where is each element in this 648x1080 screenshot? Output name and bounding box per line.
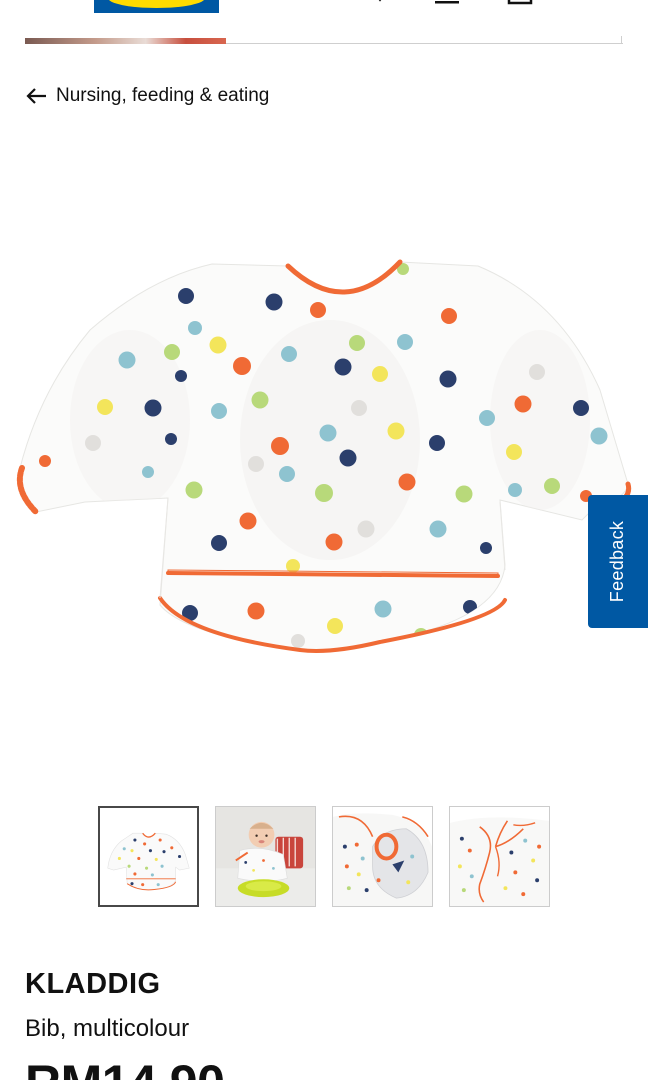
feedback-tab[interactable]: Feedback bbox=[588, 495, 648, 628]
bib-back-ties-thumbnail-image bbox=[450, 807, 549, 906]
header-divider bbox=[226, 43, 623, 44]
bib-front-thumbnail-image bbox=[100, 808, 197, 905]
feedback-label: Feedback bbox=[607, 520, 628, 603]
banner-image[interactable] bbox=[25, 38, 226, 44]
product-name: KLADDIG bbox=[25, 968, 161, 1000]
breadcrumb-back-link[interactable]: Nursing, feeding & eating bbox=[25, 82, 269, 110]
thumbnail-bib-collar[interactable] bbox=[332, 806, 433, 907]
thumbnail-strip bbox=[98, 806, 550, 907]
product-description: Bib, multicolour bbox=[25, 1015, 190, 1042]
product-price: RM14.90 bbox=[25, 1058, 225, 1080]
ikea-logo-oval bbox=[108, 0, 205, 8]
breadcrumb-label: Nursing, feeding & eating bbox=[56, 85, 270, 106]
thumbnail-bib-front[interactable] bbox=[98, 806, 199, 907]
shopping-bag-icon[interactable] bbox=[507, 0, 533, 5]
product-main-image[interactable] bbox=[0, 240, 648, 680]
thumbnail-bib-back-ties[interactable] bbox=[449, 806, 550, 907]
arrow-left-icon bbox=[26, 88, 46, 104]
baby-eating-thumbnail-image bbox=[216, 807, 315, 906]
bib-collar-thumbnail-image bbox=[333, 807, 432, 906]
site-header bbox=[0, 0, 648, 44]
user-icon[interactable] bbox=[434, 0, 460, 4]
thumbnail-baby-eating[interactable] bbox=[215, 806, 316, 907]
heart-icon[interactable] bbox=[372, 0, 388, 4]
ikea-logo[interactable] bbox=[94, 0, 219, 13]
header-divider-edge bbox=[621, 36, 622, 44]
